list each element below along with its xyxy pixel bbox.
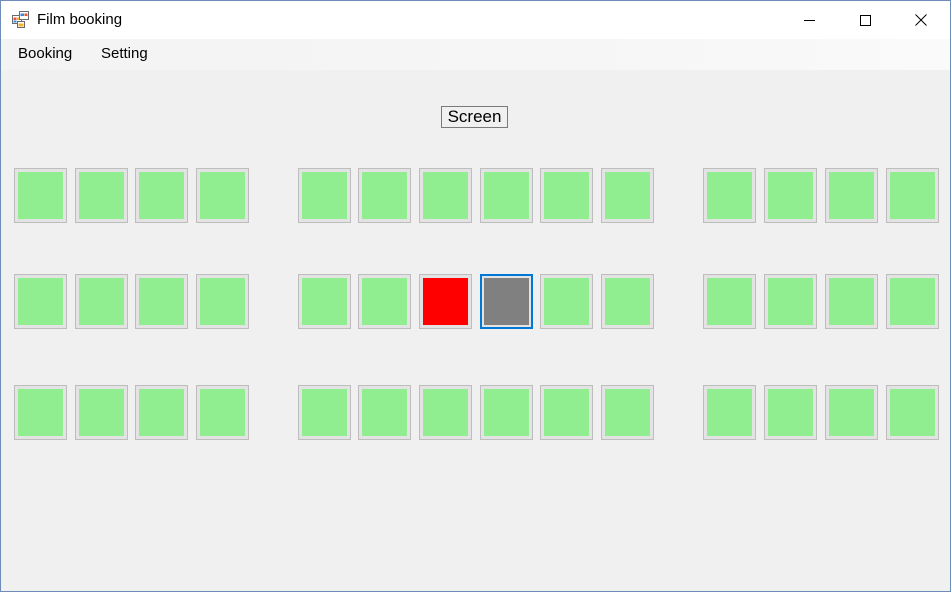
seat-button[interactable] bbox=[196, 385, 249, 440]
seat-button[interactable] bbox=[75, 385, 128, 440]
seat-fill bbox=[423, 278, 468, 325]
seat-fill bbox=[605, 172, 650, 219]
seat-fill bbox=[707, 278, 752, 325]
seat-fill bbox=[423, 389, 468, 436]
seat-fill bbox=[890, 172, 935, 219]
seat-button[interactable] bbox=[298, 385, 351, 440]
seat-button[interactable] bbox=[419, 385, 472, 440]
seat-fill bbox=[605, 389, 650, 436]
seat-fill bbox=[707, 389, 752, 436]
seat-button[interactable] bbox=[825, 168, 878, 223]
seat-fill bbox=[139, 172, 184, 219]
menu-bar: Booking Setting bbox=[1, 39, 950, 70]
close-button[interactable] bbox=[893, 1, 949, 39]
seat-fill bbox=[544, 172, 589, 219]
seat-button[interactable] bbox=[14, 385, 67, 440]
seat-fill bbox=[79, 389, 124, 436]
seat-button[interactable] bbox=[703, 385, 756, 440]
screen-label: Screen bbox=[441, 106, 508, 128]
minimize-button[interactable] bbox=[781, 1, 837, 39]
seat-fill bbox=[139, 389, 184, 436]
seat-button[interactable] bbox=[540, 168, 593, 223]
seat-fill bbox=[79, 172, 124, 219]
seat-fill bbox=[707, 172, 752, 219]
menu-booking[interactable]: Booking bbox=[16, 45, 74, 63]
seat-fill bbox=[829, 172, 874, 219]
seat-button[interactable] bbox=[886, 274, 939, 329]
seat-button[interactable] bbox=[298, 274, 351, 329]
seat-fill bbox=[18, 172, 63, 219]
seat-fill bbox=[768, 389, 813, 436]
seat-button[interactable] bbox=[196, 274, 249, 329]
seat-button[interactable] bbox=[419, 274, 472, 329]
seat-fill bbox=[484, 172, 529, 219]
seat-button[interactable] bbox=[480, 168, 533, 223]
seat-fill bbox=[200, 278, 245, 325]
seat-button[interactable] bbox=[358, 385, 411, 440]
seat-fill bbox=[200, 172, 245, 219]
seat-fill bbox=[890, 389, 935, 436]
seat-button[interactable] bbox=[358, 274, 411, 329]
seat-button[interactable] bbox=[825, 274, 878, 329]
seat-button[interactable] bbox=[825, 385, 878, 440]
seat-button[interactable] bbox=[480, 274, 533, 329]
seat-button[interactable] bbox=[196, 168, 249, 223]
seat-fill bbox=[544, 389, 589, 436]
seat-button[interactable] bbox=[14, 274, 67, 329]
seat-fill bbox=[423, 172, 468, 219]
seat-fill bbox=[768, 278, 813, 325]
seat-fill bbox=[200, 389, 245, 436]
maximize-icon bbox=[859, 14, 871, 26]
seat-fill bbox=[18, 389, 63, 436]
seat-button[interactable] bbox=[764, 385, 817, 440]
seat-button[interactable] bbox=[540, 274, 593, 329]
seat-button[interactable] bbox=[764, 168, 817, 223]
seat-button[interactable] bbox=[480, 385, 533, 440]
seat-button[interactable] bbox=[75, 168, 128, 223]
seat-fill bbox=[544, 278, 589, 325]
minimize-icon bbox=[803, 19, 815, 21]
seat-button[interactable] bbox=[135, 274, 188, 329]
menu-setting[interactable]: Setting bbox=[99, 45, 150, 63]
seat-fill bbox=[79, 278, 124, 325]
seat-fill bbox=[484, 278, 529, 325]
seat-fill bbox=[302, 172, 347, 219]
seat-button[interactable] bbox=[75, 274, 128, 329]
seat-button[interactable] bbox=[135, 385, 188, 440]
app-window: Film booking Booking Setting Screen bbox=[0, 0, 951, 592]
seat-button[interactable] bbox=[358, 168, 411, 223]
seat-fill bbox=[362, 278, 407, 325]
seat-fill bbox=[768, 172, 813, 219]
seat-fill bbox=[302, 278, 347, 325]
seat-button[interactable] bbox=[601, 168, 654, 223]
seat-fill bbox=[362, 389, 407, 436]
seat-button[interactable] bbox=[298, 168, 351, 223]
seat-button[interactable] bbox=[135, 168, 188, 223]
title-bar[interactable]: Film booking bbox=[1, 1, 950, 39]
seat-fill bbox=[829, 389, 874, 436]
seat-button[interactable] bbox=[540, 385, 593, 440]
seat-fill bbox=[302, 389, 347, 436]
seat-fill bbox=[18, 278, 63, 325]
seat-button[interactable] bbox=[703, 274, 756, 329]
seat-fill bbox=[890, 278, 935, 325]
seat-button[interactable] bbox=[601, 274, 654, 329]
close-icon bbox=[915, 14, 927, 26]
seat-fill bbox=[362, 172, 407, 219]
seat-fill bbox=[139, 278, 184, 325]
maximize-button[interactable] bbox=[837, 1, 893, 39]
seat-button[interactable] bbox=[601, 385, 654, 440]
seat-fill bbox=[484, 389, 529, 436]
seat-button[interactable] bbox=[703, 168, 756, 223]
seat-fill bbox=[829, 278, 874, 325]
seat-button[interactable] bbox=[14, 168, 67, 223]
window-title: Film booking bbox=[37, 11, 123, 28]
seat-button[interactable] bbox=[886, 385, 939, 440]
seat-button[interactable] bbox=[886, 168, 939, 223]
winforms-app-icon bbox=[12, 11, 29, 28]
seat-fill bbox=[605, 278, 650, 325]
seat-button[interactable] bbox=[419, 168, 472, 223]
seat-button[interactable] bbox=[764, 274, 817, 329]
